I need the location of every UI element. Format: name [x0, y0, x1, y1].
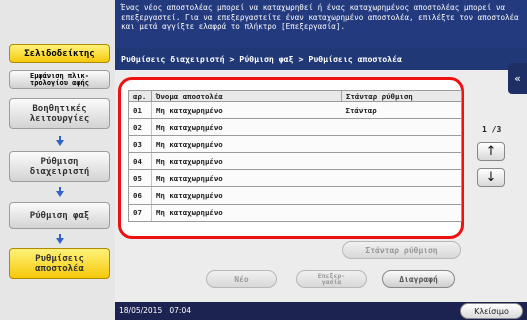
down-arrow-icon: ↓ — [485, 170, 497, 185]
main-content: αρ. Όνομα αποστολέα Στάνταρ ρύθμιση 01 Μ… — [115, 70, 527, 302]
up-arrow-icon: ↑ — [485, 144, 497, 159]
row-default — [341, 152, 462, 171]
step-arrow-icon — [56, 234, 64, 244]
table-row[interactable]: 01 Μη καταχωρημένο Στάνταρ — [128, 100, 462, 120]
row-number: 07 — [128, 203, 152, 222]
row-number: 06 — [128, 186, 152, 205]
scroll-down-button[interactable]: ↓ — [477, 168, 505, 187]
row-default — [341, 203, 462, 222]
row-sender-name: Μη καταχωρημένο — [151, 135, 342, 154]
left-panel: Σελιδοδείκτης Εμφάνιση πλικ- τρολογίου α… — [0, 0, 115, 320]
table-row[interactable]: 02 Μη καταχωρημένο — [128, 118, 462, 137]
row-number: 04 — [128, 152, 152, 171]
row-default — [341, 186, 462, 205]
step-utility[interactable]: Βοηθητικές λειτουργίες — [9, 98, 110, 129]
page-indicator: 1 /3 — [482, 125, 502, 134]
step-sender-settings[interactable]: Ρυθμίσεις αποστολέα — [9, 248, 110, 279]
close-button[interactable]: Κλείσιμο — [460, 303, 523, 319]
row-sender-name: Μη καταχωρημένο — [151, 169, 342, 188]
row-number: 03 — [128, 135, 152, 154]
table-row[interactable]: 06 Μη καταχωρημένο — [128, 186, 462, 205]
step-administrator-settings[interactable]: Ρύθμιση διαχειριστή — [9, 151, 110, 182]
table-row[interactable]: 04 Μη καταχωρημένο — [128, 152, 462, 171]
row-sender-name: Μη καταχωρημένο — [151, 152, 342, 171]
row-default — [341, 169, 462, 188]
step-fax-settings[interactable]: Ρύθμιση φαξ — [9, 202, 110, 229]
double-chevron-left-icon: « — [514, 72, 521, 85]
row-sender-name: Μη καταχωρημένο — [151, 118, 342, 137]
column-header-sender-name: Όνομα αποστολέα — [151, 90, 342, 102]
row-default: Στάνταρ — [341, 100, 462, 120]
collapse-panel-button[interactable]: « — [508, 63, 527, 94]
bookmark-tab[interactable]: Σελιδοδείκτης — [9, 44, 110, 63]
edit-button[interactable]: Επεξερ- γασία — [296, 270, 367, 288]
sender-table: αρ. Όνομα αποστολέα Στάνταρ ρύθμιση 01 Μ… — [128, 90, 462, 222]
new-button[interactable]: Νέο — [206, 270, 277, 288]
table-row[interactable]: 07 Μη καταχωρημένο — [128, 203, 462, 222]
row-sender-name: Μη καταχωρημένο — [151, 203, 342, 222]
row-number: 05 — [128, 169, 152, 188]
delete-button[interactable]: Διαγραφή — [382, 270, 455, 288]
row-number: 02 — [128, 118, 152, 137]
row-default — [341, 118, 462, 137]
breadcrumb: Ρυθμίσεις διαχειριστή > Ρύθμιση φαξ > Ρυ… — [115, 48, 527, 70]
row-number: 01 — [128, 100, 152, 120]
table-row[interactable]: 05 Μη καταχωρημένο — [128, 169, 462, 188]
time-display: 07:04 — [169, 306, 192, 315]
touch-keypad-tab[interactable]: Εμφάνιση πλικ- τρολογίου αφής — [9, 70, 110, 89]
column-header-default: Στάνταρ ρύθμιση — [341, 90, 462, 102]
scroll-up-button[interactable]: ↑ — [477, 142, 505, 161]
instruction-message: Ένας νέος αποστολέας μπορεί να καταχωρηθ… — [115, 0, 527, 48]
row-sender-name: Μη καταχωρημένο — [151, 186, 342, 205]
row-sender-name: Μη καταχωρημένο — [151, 100, 342, 120]
step-arrow-icon — [56, 136, 64, 146]
column-header-number: αρ. — [128, 90, 152, 102]
table-row[interactable]: 03 Μη καταχωρημένο — [128, 135, 462, 154]
date-display: 18/05/2015 — [119, 306, 163, 315]
set-default-button[interactable]: Στάνταρ ρύθμιση — [342, 241, 461, 259]
step-arrow-icon — [56, 187, 64, 197]
sender-list-frame: αρ. Όνομα αποστολέα Στάνταρ ρύθμιση 01 Μ… — [118, 77, 464, 239]
row-default — [341, 135, 462, 154]
